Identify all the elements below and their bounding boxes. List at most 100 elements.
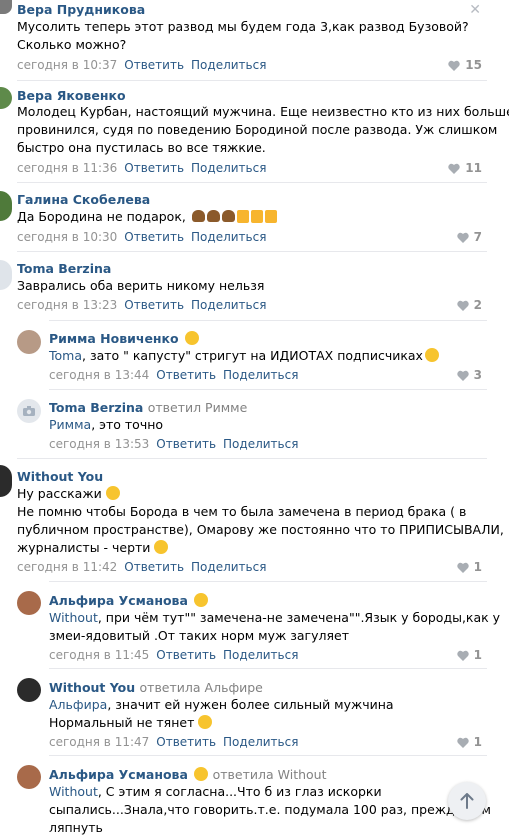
comment-reply: Альфира Усманова Without, при чём тут"" … (0, 582, 509, 668)
comment-author[interactable]: Альфира Усманова (49, 593, 209, 608)
heart-icon (456, 562, 469, 573)
avatar[interactable] (17, 591, 41, 615)
comment-text-line: ляпнуть (49, 820, 103, 835)
share-link[interactable]: Поделиться (191, 298, 266, 312)
like-button[interactable]: 1 (456, 735, 482, 749)
like-button[interactable]: 3 (456, 368, 482, 382)
thumbs-down-emoji-icon (250, 210, 263, 223)
comment-author[interactable]: Вера Яковенко (17, 88, 126, 103)
reply-link[interactable]: Ответить (124, 161, 184, 175)
comment-text-line: Мусолить теперь этот развод мы будем год… (17, 19, 469, 34)
comment-reply: Without You ответила Альфире Альфира, зн… (0, 669, 509, 755)
thumbs-down-emoji-icon (236, 210, 249, 223)
comment-text: Toma, зато " капусту" стригут на ИДИОТАХ… (49, 347, 439, 365)
avatar[interactable] (0, 191, 12, 221)
reply-link[interactable]: Ответить (156, 368, 216, 382)
comment-reply: Toma Berzina ответил Римме Римма, это то… (0, 390, 509, 458)
author-name[interactable]: Toma Berzina (49, 400, 143, 415)
reply-link[interactable]: Ответить (124, 230, 184, 244)
comment-time[interactable]: сегодня в 10:30 (17, 230, 117, 244)
reply-link[interactable]: Ответить (124, 298, 184, 312)
share-link[interactable]: Поделиться (191, 560, 266, 574)
comment-author[interactable]: Альфира Усманова ответила Without (49, 767, 327, 782)
avatar[interactable] (0, 260, 12, 290)
avatar[interactable] (17, 330, 41, 354)
comment-time[interactable]: сегодня в 13:53 (49, 437, 149, 451)
author-name[interactable]: Альфира Усманова (49, 767, 188, 782)
mention-link[interactable]: Римма (49, 417, 91, 432)
comment-text-line: Сколько можно? (17, 37, 127, 52)
share-link[interactable]: Поделиться (223, 735, 298, 749)
comment-time[interactable]: сегодня в 11:47 (49, 735, 149, 749)
share-link[interactable]: Поделиться (191, 230, 266, 244)
comment-text: Римма, это точно (49, 416, 163, 434)
avatar[interactable] (0, 465, 12, 497)
share-link[interactable]: Поделиться (223, 648, 298, 662)
comment-author[interactable]: Галина Скобелева (17, 192, 150, 207)
reply-to-label[interactable]: ответила Альфире (140, 680, 263, 695)
reply-link[interactable]: Ответить (124, 560, 184, 574)
reply-link[interactable]: Ответить (124, 58, 184, 72)
comment-text: Ну расскажи (17, 485, 120, 503)
mention-link[interactable]: Without (49, 784, 98, 799)
reply-link[interactable]: Ответить (156, 648, 216, 662)
like-button[interactable]: 11 (448, 161, 482, 175)
author-name[interactable]: Альфира Усманова (49, 593, 188, 608)
scroll-to-top-button[interactable] (448, 782, 486, 820)
comment-author[interactable]: Toma Berzina (17, 261, 111, 276)
comment-author[interactable]: Without You ответила Альфире (49, 680, 263, 695)
comment-time[interactable]: сегодня в 11:36 (17, 161, 117, 175)
avatar[interactable] (17, 765, 41, 789)
share-link[interactable]: Поделиться (191, 161, 266, 175)
comment-time[interactable]: сегодня в 11:42 (17, 560, 117, 574)
like-button[interactable]: 1 (456, 648, 482, 662)
comment-text-line: публичном пространстве), Омарову же пост… (17, 522, 504, 537)
avatar[interactable] (0, 87, 12, 109)
comment-text-body: , при чём тут"" замечена-не замечена"".Я… (97, 610, 501, 625)
author-name[interactable]: Римма Новиченко (49, 331, 179, 346)
like-count: 3 (473, 368, 482, 382)
share-link[interactable]: Поделиться (191, 58, 266, 72)
comment-text-line: Не помню чтобы Борода в чем то была заме… (17, 504, 467, 519)
reply-link[interactable]: Ответить (156, 735, 216, 749)
avatar[interactable] (17, 399, 41, 423)
thumbs-down-emoji-icon (264, 210, 277, 223)
comment-time[interactable]: сегодня в 11:45 (49, 648, 149, 662)
poop-emoji-icon (191, 210, 205, 222)
comment-time[interactable]: сегодня в 13:23 (17, 298, 117, 312)
reply-to-label[interactable]: ответил Римме (148, 400, 248, 415)
like-button[interactable]: 15 (448, 58, 482, 72)
comment-author[interactable]: Вера Прудникова (17, 2, 145, 17)
comment-time[interactable]: сегодня в 10:37 (17, 58, 117, 72)
comment-text-line: Да Бородина не подарок, (17, 209, 186, 224)
close-icon[interactable]: ✕ (469, 2, 481, 18)
smile-emoji-icon (185, 331, 199, 345)
poop-emoji-icon (221, 210, 235, 222)
heart-icon (448, 60, 460, 71)
like-button[interactable]: 2 (456, 298, 482, 312)
like-count: 1 (473, 735, 482, 749)
share-link[interactable]: Поделиться (223, 437, 298, 451)
comment-text: Without, при чём тут"" замечена-не замеч… (49, 609, 500, 627)
comment-text-line: Молодец Курбан, настоящий мужчина. Еще н… (17, 104, 509, 119)
comment-author[interactable]: Римма Новиченко (49, 331, 199, 346)
comment-meta: сегодня в 11:45 Ответить Поделиться (49, 648, 298, 662)
comment-text: журналисты - черти (17, 539, 169, 557)
like-count: 1 (473, 648, 482, 662)
comment-time[interactable]: сегодня в 13:44 (49, 368, 149, 382)
like-button[interactable]: 1 (456, 560, 482, 574)
reply-to-label[interactable]: ответила Without (213, 767, 327, 782)
comment-author[interactable]: Without You (17, 469, 103, 484)
reply-link[interactable]: Ответить (156, 437, 216, 451)
comment: Галина Скобелева Да Бородина не подарок,… (0, 183, 509, 251)
comment-text: Альфира, значит ей нужен более сильный м… (49, 696, 394, 714)
author-name[interactable]: Without You (49, 680, 135, 695)
avatar[interactable] (0, 0, 12, 14)
share-link[interactable]: Поделиться (223, 368, 298, 382)
mention-link[interactable]: Without (49, 610, 98, 625)
mention-link[interactable]: Toma (49, 348, 82, 363)
comment-author[interactable]: Toma Berzina ответил Римме (49, 400, 247, 415)
avatar[interactable] (17, 678, 41, 702)
mention-link[interactable]: Альфира (49, 697, 107, 712)
like-button[interactable]: 7 (456, 230, 482, 244)
